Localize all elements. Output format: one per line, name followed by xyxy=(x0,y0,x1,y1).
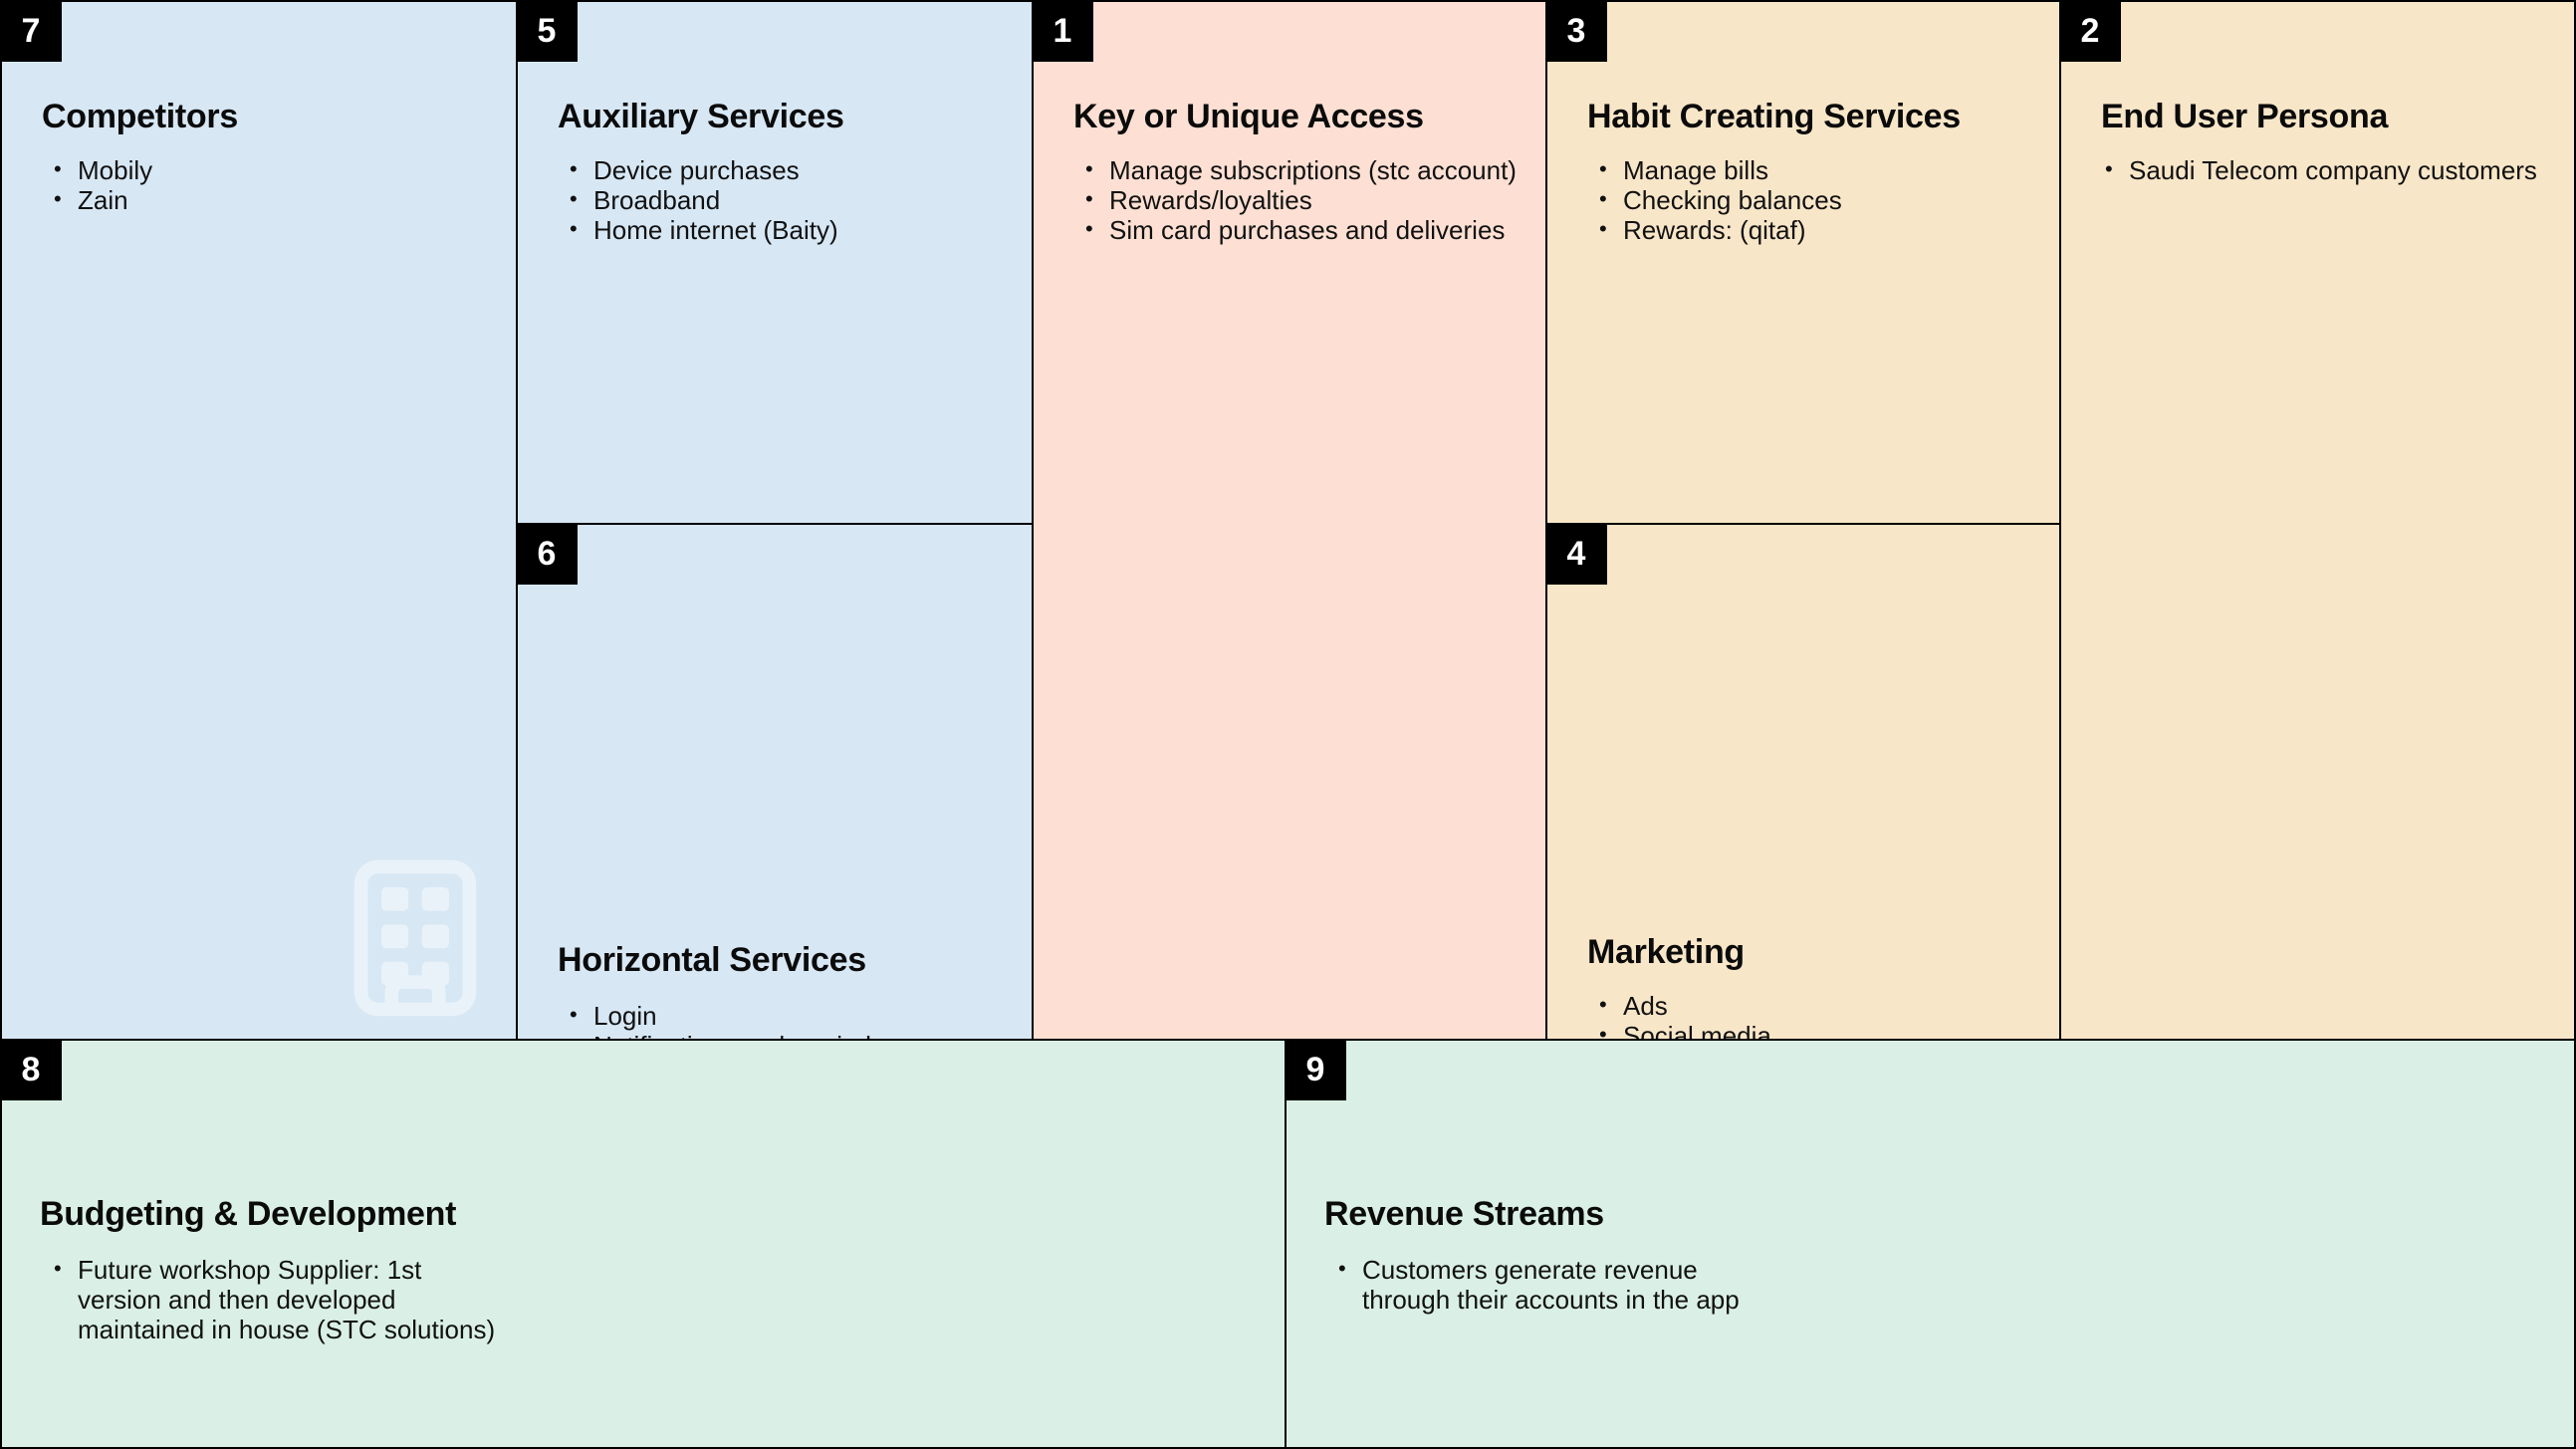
card-item-list: Customers generate revenue through their… xyxy=(1334,1254,1780,1315)
card-number-badge: 4 xyxy=(1547,525,1607,585)
card-number-badge: 2 xyxy=(2061,2,2121,62)
list-item: Rewards: (qitaf) xyxy=(1595,214,1842,245)
card-marketing[interactable]: 4 Marketing Ads Social media Sponsors ev… xyxy=(1545,523,2061,1041)
card-item-list: Future workshop Supplier: 1st version an… xyxy=(50,1254,506,1344)
card-title: Budgeting & Development xyxy=(40,1195,457,1233)
card-budgeting-development[interactable]: 8 Budgeting & Development Future worksho… xyxy=(0,1039,1287,1449)
list-item: Zain xyxy=(50,184,152,215)
card-number-badge: 3 xyxy=(1547,2,1607,62)
list-item: Ads xyxy=(1595,990,1953,1021)
card-item-list: Ads Social media Sponsors events Stores … xyxy=(1595,990,1953,1039)
list-item: Manage bills xyxy=(1595,154,1842,185)
card-number-badge: 1 xyxy=(1034,2,1093,62)
card-title: Habit Creating Services xyxy=(1587,98,1961,135)
card-horizontal-services[interactable]: 6 Horizontal Services Login Notification… xyxy=(516,523,1034,1041)
card-revenue-streams[interactable]: 9 Revenue Streams Customers generate rev… xyxy=(1285,1039,2576,1449)
list-item: Device purchases xyxy=(566,154,838,185)
list-item: Saudi Telecom company customers xyxy=(2101,154,2537,185)
card-title: Competitors xyxy=(42,98,238,135)
list-item: Sim card purchases and deliveries xyxy=(1081,214,1517,245)
list-item: Checking balances xyxy=(1595,184,1842,215)
card-title: Horizontal Services xyxy=(558,941,866,979)
business-model-canvas-board: 7 Competitors Mobily Zain 5 Auxiliary Se… xyxy=(0,0,2576,1449)
card-title: Marketing xyxy=(1587,933,1745,971)
card-item-list: Mobily Zain xyxy=(50,154,152,215)
office-building-icon xyxy=(331,853,500,1023)
card-auxiliary-services[interactable]: 5 Auxiliary Services Device purchases Br… xyxy=(516,0,1034,525)
card-key-or-unique-access[interactable]: 1 Key or Unique Access Manage subscripti… xyxy=(1032,0,1547,1041)
card-title: End User Persona xyxy=(2101,98,2389,135)
list-item: Mobily xyxy=(50,154,152,185)
list-item: Rewards/loyalties xyxy=(1081,184,1517,215)
list-item: Future workshop Supplier: 1st version an… xyxy=(50,1254,506,1344)
card-title: Revenue Streams xyxy=(1324,1195,1604,1233)
card-item-list: Manage subscriptions (stc account) Rewar… xyxy=(1081,154,1517,245)
card-number-badge: 7 xyxy=(2,2,62,62)
card-title: Key or Unique Access xyxy=(1073,98,1424,135)
card-end-user-persona[interactable]: 2 End User Persona Saudi Telecom company… xyxy=(2059,0,2576,1041)
card-title: Auxiliary Services xyxy=(558,98,844,135)
card-number-badge: 8 xyxy=(2,1041,62,1100)
list-item: Login xyxy=(566,1000,907,1031)
list-item: Home internet (Baity) xyxy=(566,214,838,245)
card-number-badge: 5 xyxy=(518,2,578,62)
card-item-list: Manage bills Checking balances Rewards: … xyxy=(1595,154,1842,245)
card-number-badge: 6 xyxy=(518,525,578,585)
card-number-badge: 9 xyxy=(1287,1041,1346,1100)
list-item: Broadband xyxy=(566,184,838,215)
card-competitors[interactable]: 7 Competitors Mobily Zain xyxy=(0,0,518,1041)
card-habit-creating-services[interactable]: 3 Habit Creating Services Manage bills C… xyxy=(1545,0,2061,525)
card-item-list: Device purchases Broadband Home internet… xyxy=(566,154,838,245)
list-item: Manage subscriptions (stc account) xyxy=(1081,154,1517,185)
card-item-list: Login Notifications and reminders xyxy=(566,1000,907,1039)
list-item: Social media xyxy=(1595,1020,1953,1039)
list-item: Customers generate revenue through their… xyxy=(1334,1254,1780,1315)
card-item-list: Saudi Telecom company customers xyxy=(2101,154,2537,185)
